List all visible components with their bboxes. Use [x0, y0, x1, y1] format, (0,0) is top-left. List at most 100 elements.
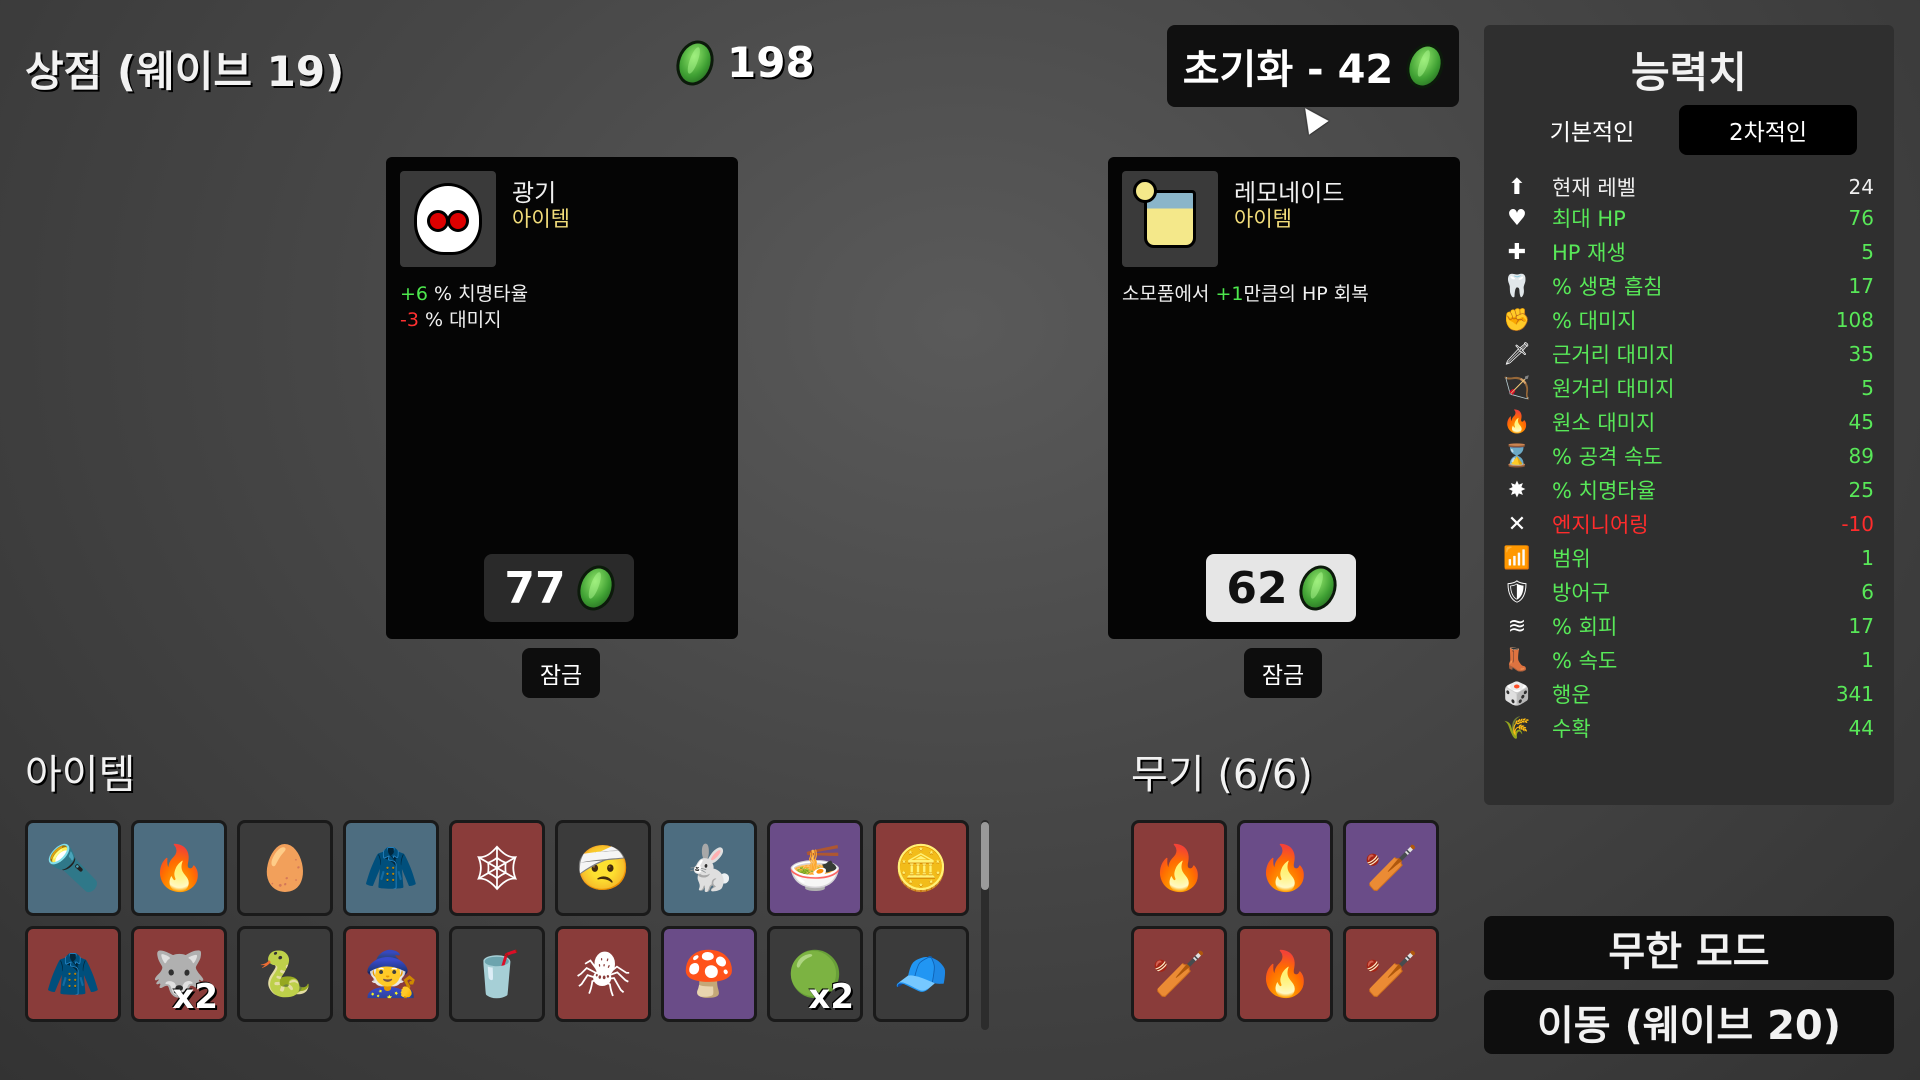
- stat-row[interactable]: ✊ % 대미지 108: [1503, 303, 1874, 337]
- hoodie-icon: 🧥: [45, 949, 101, 1000]
- heart-icon: ♥: [1507, 205, 1527, 231]
- stat-label: % 치명타율: [1552, 479, 1656, 503]
- stat-row[interactable]: ♥ 최대 HP 76: [1504, 201, 1874, 235]
- material-icon: [570, 560, 621, 616]
- item-slot[interactable]: 🤕: [555, 820, 651, 916]
- item-slot[interactable]: 🧥: [343, 820, 439, 916]
- item-slot[interactable]: 🍜: [767, 820, 863, 916]
- stat-value: 341: [1835, 682, 1874, 706]
- stat-label: % 공격 속도: [1552, 445, 1663, 469]
- stat-row[interactable]: 👢 % 속도 1: [1503, 643, 1874, 677]
- stat-row[interactable]: ⬆ 현재 레벨 24: [1504, 170, 1874, 204]
- lock-button[interactable]: 잠금: [1244, 648, 1322, 698]
- flame-icon: 🔥: [1503, 409, 1531, 435]
- item-slot[interactable]: 🕷: [555, 926, 651, 1022]
- item-kind: 아이템: [1234, 207, 1292, 231]
- stat-value: 44: [1848, 716, 1874, 740]
- stat-row[interactable]: ✚ HP 재생 5: [1504, 235, 1874, 269]
- rabbit-knife-icon: 🐇: [681, 843, 737, 894]
- flashlight-icon: 🔦: [45, 843, 101, 894]
- tab-primary-stats[interactable]: 기본적인: [1503, 105, 1681, 155]
- stat-label: % 회피: [1552, 615, 1618, 639]
- weapon-slot[interactable]: 🔥: [1237, 820, 1333, 916]
- stat-row[interactable]: 🛡 방어구 6: [1503, 575, 1874, 609]
- weapon-slot[interactable]: 🔥: [1131, 820, 1227, 916]
- stat-row[interactable]: 🦷 % 생명 흡침 17: [1503, 269, 1874, 303]
- stat-value: 108: [1835, 308, 1874, 332]
- item-slot[interactable]: 🐍: [237, 926, 333, 1022]
- shop-title: 상점 (웨이브 19): [25, 47, 345, 96]
- go-next-wave-button[interactable]: 이동 (웨이브 20): [1484, 990, 1894, 1054]
- item-slot[interactable]: 🐺 x2: [131, 926, 227, 1022]
- stat-value: 35: [1848, 342, 1874, 366]
- level-icon: ⬆: [1507, 174, 1527, 200]
- item-slot[interactable]: 🥤: [449, 926, 545, 1022]
- item-kind: 아이템: [512, 207, 570, 231]
- gold-coin-icon: 🪙: [893, 843, 949, 894]
- madness-mask-icon: [414, 183, 482, 255]
- noodle-bowl-icon: 🍜: [787, 843, 843, 894]
- sword-icon: 🗡: [1503, 341, 1531, 367]
- stat-row[interactable]: ✕ 엔지니어링 -10: [1504, 507, 1874, 541]
- stat-value: -10: [1841, 512, 1874, 536]
- item-slot[interactable]: 🧙: [343, 926, 439, 1022]
- snake-icon: 🐍: [257, 949, 313, 1000]
- price-value: 62: [1226, 562, 1288, 614]
- buy-button[interactable]: 62: [1206, 554, 1356, 622]
- stat-label: % 생명 흡침: [1552, 275, 1663, 299]
- beanie-icon: 🧢: [893, 949, 949, 1000]
- stat-label: 방어구: [1552, 581, 1610, 605]
- stat-label: 현재 레벨: [1552, 176, 1636, 200]
- stat-value: 17: [1848, 274, 1874, 298]
- reroll-label: 초기화 - 42: [1182, 47, 1394, 93]
- range-waves-icon: 📶: [1503, 545, 1531, 571]
- item-slot[interactable]: 🔥: [131, 820, 227, 916]
- shop-card-1[interactable]: 광기 아이템 +6 % 치명타율 -3 % 대미지 77: [386, 157, 738, 639]
- stat-row[interactable]: 🔥 원소 대미지 45: [1503, 405, 1874, 439]
- campfire-icon: 🔥: [151, 843, 207, 894]
- crit-burst-icon: ✸: [1507, 477, 1527, 503]
- item-slot[interactable]: 🍄: [661, 926, 757, 1022]
- weapon-slot[interactable]: 🔥: [1237, 926, 1333, 1022]
- item-slot[interactable]: 🔦: [25, 820, 121, 916]
- buy-button[interactable]: 77: [484, 554, 634, 622]
- item-slot[interactable]: 🟢 x2: [767, 926, 863, 1022]
- item-slot[interactable]: 🐇: [661, 820, 757, 916]
- lemonade-icon: [1133, 179, 1196, 248]
- weapon-slot[interactable]: 🏏: [1343, 926, 1439, 1022]
- endless-mode-button[interactable]: 무한 모드: [1484, 916, 1894, 980]
- stat-value: 1: [1861, 648, 1874, 672]
- stat-row[interactable]: ✸ % 치명타율 25: [1504, 473, 1874, 507]
- weapon-slot[interactable]: 🏏: [1343, 820, 1439, 916]
- spiked-club-icon: 🏏: [1363, 949, 1419, 1000]
- shop-card-2[interactable]: 레모네이드 아이템 소모품에서 +1만큼의 HP 회복 62: [1108, 157, 1460, 639]
- stat-row[interactable]: ⌛ % 공격 속도 89: [1503, 439, 1874, 473]
- stat-value: 17: [1848, 614, 1874, 638]
- torch-icon: 🔥: [1257, 843, 1313, 894]
- item-slot[interactable]: 🥚: [237, 820, 333, 916]
- stat-row[interactable]: 📶 범위 1: [1503, 541, 1874, 575]
- items-scrollbar[interactable]: [981, 820, 989, 1030]
- stat-label: 엔지니어링: [1552, 513, 1649, 537]
- stat-label: 원소 대미지: [1552, 411, 1656, 435]
- stat-value: 25: [1848, 478, 1874, 502]
- items-section-title: 아이템: [25, 752, 136, 798]
- egg-ghost-icon: 🥚: [257, 843, 313, 894]
- dice-icon: 🎲: [1503, 681, 1531, 707]
- stat-row[interactable]: 🎲 행운 341: [1503, 677, 1874, 711]
- weapon-slot[interactable]: 🏏: [1131, 926, 1227, 1022]
- item-slot[interactable]: 🪙: [873, 820, 969, 916]
- tab-secondary-stats[interactable]: 2차적인: [1679, 105, 1857, 155]
- item-slot[interactable]: 🧥: [25, 926, 121, 1022]
- stat-label: 수확: [1552, 717, 1591, 741]
- item-slot[interactable]: 🕸: [449, 820, 545, 916]
- stat-row[interactable]: 🌾 수확 44: [1503, 711, 1874, 745]
- torch-icon: 🔥: [1151, 843, 1207, 894]
- stat-row[interactable]: 🗡 근거리 대미지 35: [1503, 337, 1874, 371]
- materials-amount: 198: [727, 38, 815, 87]
- stat-row[interactable]: 🏹 원거리 대미지 5: [1503, 371, 1874, 405]
- stat-row[interactable]: ≋ % 회피 17: [1504, 609, 1874, 643]
- item-slot[interactable]: 🧢: [873, 926, 969, 1022]
- reroll-button[interactable]: 초기화 - 42: [1167, 25, 1459, 107]
- lock-button[interactable]: 잠금: [522, 648, 600, 698]
